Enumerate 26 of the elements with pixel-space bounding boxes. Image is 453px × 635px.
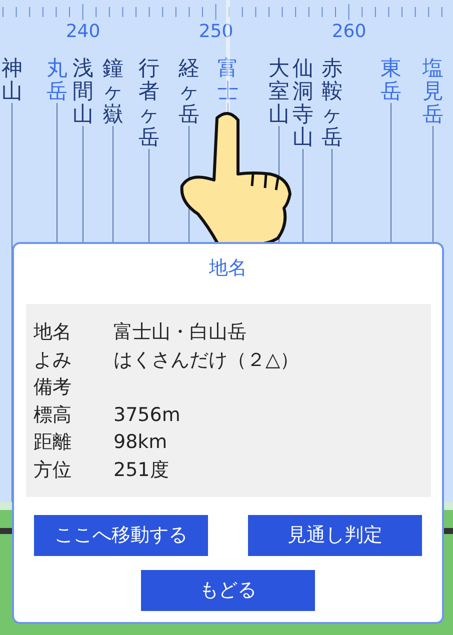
scale-label: 240 <box>66 21 100 43</box>
scale-label: 260 <box>332 21 366 43</box>
field-value: 251度 <box>114 458 169 482</box>
dialog-title: 地名 <box>209 256 247 281</box>
field-label: 標高 <box>34 402 72 428</box>
field-label: 備考 <box>34 375 72 400</box>
scale-label: 250 <box>198 21 234 43</box>
action-button[interactable]: ここへ移動する <box>34 514 208 556</box>
peak-label[interactable]: 仙洞寺山 <box>292 57 314 150</box>
peak-label[interactable]: 浅間山 <box>72 57 94 126</box>
peak-label[interactable]: 経ヶ岳 <box>178 57 200 126</box>
action-button[interactable]: 見通し判定 <box>248 514 422 556</box>
peak-label[interactable]: 鐘ヶ嶽 <box>102 57 124 126</box>
peak-label[interactable]: 赤鞍ヶ岳 <box>322 57 342 150</box>
field-value: 富士山・白山岳 <box>114 320 246 345</box>
field-label: 地名 <box>34 320 72 345</box>
peak-label[interactable]: 行者ヶ岳 <box>138 57 160 150</box>
peak-label[interactable]: 神山 <box>2 57 22 104</box>
field-label: 距離 <box>34 430 72 455</box>
field-value: はくさんだけ（２△） <box>114 348 300 372</box>
field-label: よみ <box>34 348 72 372</box>
back-button[interactable]: もどる <box>141 570 315 610</box>
peak-label[interactable]: 大室山 <box>268 57 290 126</box>
field-value: 98km <box>114 430 168 455</box>
field-label: 方位 <box>34 458 72 482</box>
field-value: 3756m <box>114 402 180 428</box>
